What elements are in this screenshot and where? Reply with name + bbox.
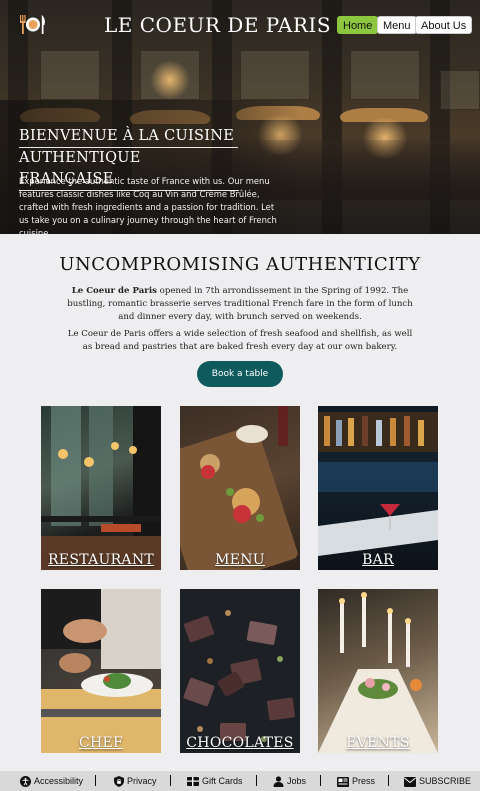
- footer-subscribe-link[interactable]: SUBSCRIBE: [404, 771, 471, 791]
- gift-card-icon: [187, 777, 199, 787]
- bar-photo: [318, 412, 438, 556]
- tile-chocolates-label: CHOCOLATES: [186, 735, 294, 751]
- footer-accessibility-label: Accessibility: [34, 776, 84, 786]
- nav-home-button[interactable]: Home: [337, 16, 379, 34]
- chocolates-photo: [183, 610, 296, 742]
- tile-bar-label: BAR: [362, 552, 394, 568]
- nav-menu-button[interactable]: Menu: [377, 16, 417, 34]
- accessibility-icon: [20, 776, 31, 788]
- footer-jobs-link[interactable]: Jobs: [273, 771, 306, 791]
- footer-bar: Accessibility Privacy Gift Cards Jobs Pr…: [0, 771, 480, 791]
- offer-paragraph: Le Coeur de Paris offers a wide selectio…: [67, 329, 413, 352]
- fork-plate-knife-icon: [20, 15, 45, 34]
- events-photo: [318, 592, 438, 753]
- tile-restaurant-label: RESTAURANT: [47, 552, 155, 568]
- tile-events[interactable]: EVENTS: [318, 589, 438, 753]
- footer-press-label: Press: [352, 776, 376, 786]
- footer-jobs-label: Jobs: [287, 776, 307, 786]
- hero-description: Experience the authentic taste of France…: [19, 176, 277, 234]
- footer-gift-cards-label: Gift Cards: [202, 776, 243, 786]
- hero-banner: LE COEUR DE PARIS Home Menu About Us BIE…: [0, 0, 480, 234]
- footer-accessibility-link[interactable]: Accessibility: [20, 771, 83, 791]
- footer-privacy-link[interactable]: Privacy: [114, 771, 157, 791]
- tile-restaurant[interactable]: RESTAURANT: [41, 406, 161, 570]
- footer-privacy-label: Privacy: [127, 776, 157, 786]
- intro-paragraph: Le Coeur de Paris opened in 7th arrondis…: [66, 285, 414, 324]
- chef-photo: [41, 589, 161, 753]
- nav-about-button[interactable]: About Us: [415, 16, 473, 34]
- newspaper-icon: [337, 776, 349, 787]
- tile-bar[interactable]: BAR: [318, 406, 438, 570]
- envelope-icon: [404, 776, 416, 787]
- intro-paragraph-name: Le Coeur de Paris: [71, 286, 157, 296]
- hero-title-line-1: BIENVENUE À LA CUISINE: [19, 126, 239, 148]
- tile-chocolates[interactable]: CHOCOLATES: [180, 589, 300, 753]
- section-title: UNCOMPROMISING AUTHENTICITY: [59, 254, 421, 275]
- footer-subscribe-label: SUBSCRIBE: [419, 776, 472, 786]
- tile-events-label: EVENTS: [346, 735, 410, 751]
- restaurant-photo: [41, 406, 161, 570]
- tile-chef-label: CHEF: [78, 735, 124, 751]
- person-icon: [273, 776, 284, 788]
- tile-menu[interactable]: MENU: [180, 406, 300, 570]
- book-table-button[interactable]: Book a table: [197, 361, 283, 387]
- brand-name: LE COEUR DE PARIS: [104, 13, 332, 37]
- menu-photo: [180, 406, 298, 570]
- tile-menu-label: MENU: [215, 552, 265, 568]
- lock-shield-icon: [114, 776, 124, 788]
- tile-chef[interactable]: CHEF: [41, 589, 161, 753]
- footer-gift-cards-link[interactable]: Gift Cards: [187, 771, 243, 791]
- footer-press-link[interactable]: Press: [337, 771, 375, 791]
